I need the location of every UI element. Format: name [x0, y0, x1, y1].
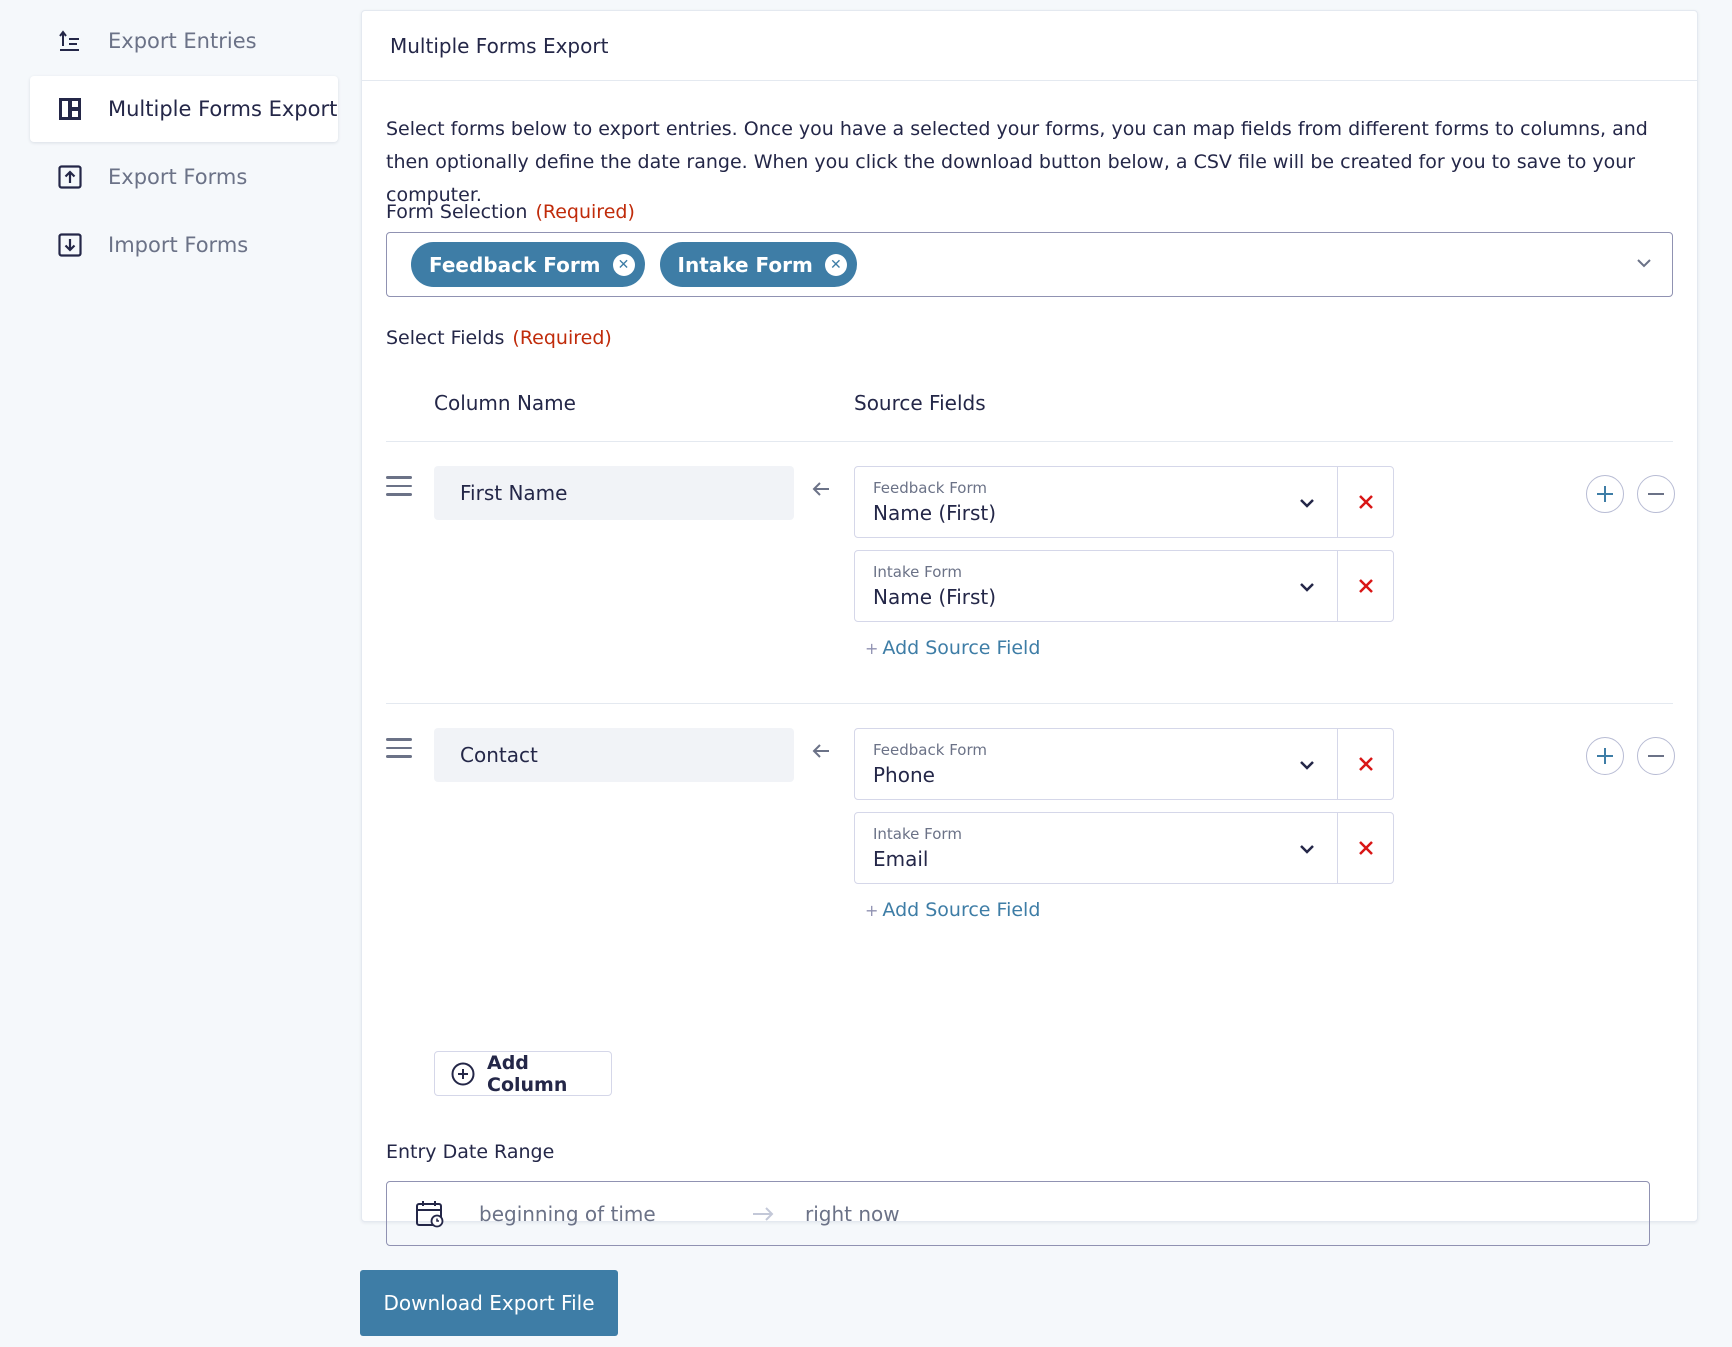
- add-column-button[interactable]: Add Column: [434, 1051, 612, 1096]
- close-icon: [1358, 495, 1373, 509]
- form-selection-label: Form Selection (Required): [386, 201, 635, 223]
- arrow-left-icon: [809, 739, 833, 767]
- source-form-name: Feedback Form: [873, 479, 987, 497]
- chevron-down-icon: [1297, 839, 1317, 863]
- close-icon: [1358, 841, 1373, 855]
- form-selection-field[interactable]: Feedback Form ✕ Intake Form ✕: [386, 232, 1673, 297]
- required-indicator: (Required): [512, 327, 612, 349]
- export-panel: Multiple Forms Export Select forms below…: [361, 10, 1698, 1246]
- arrow-left-icon: [809, 477, 833, 505]
- close-icon: [1358, 579, 1373, 593]
- plus-icon: +: [865, 901, 879, 920]
- remove-source-button[interactable]: [1337, 551, 1393, 621]
- add-source-field-link[interactable]: + Add Source Field: [865, 637, 1040, 659]
- add-source-field-link[interactable]: + Add Source Field: [865, 899, 1040, 921]
- add-source-label: Add Source Field: [882, 899, 1041, 921]
- chevron-down-icon: [1297, 577, 1317, 601]
- column-name-input[interactable]: Contact: [434, 728, 794, 782]
- sidebar-item-multiple-forms-export[interactable]: Multiple Forms Export: [30, 76, 338, 142]
- required-indicator: (Required): [535, 201, 635, 223]
- source-field-select[interactable]: Intake Form Name (First): [854, 550, 1394, 622]
- form-selection-label-text: Form Selection: [386, 201, 528, 223]
- drag-handle-icon[interactable]: [386, 738, 412, 764]
- minus-icon: [1648, 755, 1664, 757]
- form-chip-feedback[interactable]: Feedback Form ✕: [411, 242, 645, 287]
- plus-icon: +: [865, 639, 879, 658]
- add-column-label: Add Column: [487, 1051, 568, 1096]
- divider: [386, 441, 1673, 442]
- source-field-dropdown[interactable]: Feedback Form Phone: [855, 729, 1337, 799]
- plus-circle-icon: [450, 1061, 476, 1087]
- plus-icon: [1597, 748, 1613, 764]
- column-name-header: Column Name: [434, 391, 576, 415]
- source-form-name: Intake Form: [873, 563, 962, 581]
- source-field-select[interactable]: Feedback Form Name (First): [854, 466, 1394, 538]
- sidebar-item-label: Export Entries: [108, 29, 257, 53]
- plus-icon: [1597, 486, 1613, 502]
- download-export-button[interactable]: Download Export File: [360, 1270, 618, 1336]
- start-date-input[interactable]: beginning of time: [479, 1202, 751, 1226]
- close-icon: [1358, 757, 1373, 771]
- source-field-select[interactable]: Feedback Form Phone: [854, 728, 1394, 800]
- remove-chip-icon[interactable]: ✕: [612, 253, 635, 276]
- source-field-dropdown[interactable]: Intake Form Name (First): [855, 551, 1337, 621]
- source-field-value: Email: [873, 847, 929, 871]
- source-field-value: Phone: [873, 763, 935, 787]
- remove-source-button[interactable]: [1337, 813, 1393, 883]
- add-row-button[interactable]: [1586, 737, 1624, 775]
- panel-title: Multiple Forms Export: [362, 11, 1697, 81]
- select-fields-label-text: Select Fields: [386, 327, 505, 349]
- minus-icon: [1648, 493, 1664, 495]
- source-fields-header: Source Fields: [854, 391, 986, 415]
- export-entries-icon: [56, 27, 84, 55]
- sidebar-item-export-forms[interactable]: Export Forms: [30, 144, 338, 210]
- chip-label: Feedback Form: [429, 252, 601, 277]
- chevron-down-icon: [1297, 755, 1317, 779]
- arrow-right-icon: [751, 1204, 775, 1224]
- select-fields-label: Select Fields (Required): [386, 327, 612, 349]
- calendar-icon: [415, 1200, 445, 1228]
- drag-handle-icon[interactable]: [386, 476, 412, 502]
- divider: [386, 703, 1673, 704]
- source-field-value: Name (First): [873, 501, 997, 525]
- chevron-down-icon: [1297, 493, 1317, 517]
- add-source-label: Add Source Field: [882, 637, 1041, 659]
- export-forms-icon: [56, 163, 84, 191]
- sidebar: Export Entries Multiple Forms Export Exp…: [30, 8, 338, 280]
- sidebar-item-label: Import Forms: [108, 233, 249, 257]
- sidebar-item-export-entries[interactable]: Export Entries: [30, 8, 338, 74]
- date-range-picker[interactable]: beginning of time right now: [386, 1181, 1650, 1246]
- source-field-dropdown[interactable]: Intake Form Email: [855, 813, 1337, 883]
- chevron-down-icon[interactable]: [1634, 253, 1654, 277]
- chip-label: Intake Form: [677, 252, 813, 277]
- import-forms-icon: [56, 231, 84, 259]
- source-form-name: Intake Form: [873, 825, 962, 843]
- column-name-input[interactable]: First Name: [434, 466, 794, 520]
- source-form-name: Feedback Form: [873, 741, 987, 759]
- end-date-input[interactable]: right now: [805, 1202, 900, 1226]
- source-field-dropdown[interactable]: Feedback Form Name (First): [855, 467, 1337, 537]
- entry-date-range-label: Entry Date Range: [386, 1141, 555, 1163]
- remove-source-button[interactable]: [1337, 729, 1393, 799]
- sidebar-item-import-forms[interactable]: Import Forms: [30, 212, 338, 278]
- form-chip-intake[interactable]: Intake Form ✕: [659, 242, 857, 287]
- panel-description: Select forms below to export entries. On…: [386, 118, 1648, 206]
- remove-row-button[interactable]: [1637, 475, 1675, 513]
- add-row-button[interactable]: [1586, 475, 1624, 513]
- remove-source-button[interactable]: [1337, 467, 1393, 537]
- source-field-select[interactable]: Intake Form Email: [854, 812, 1394, 884]
- multiple-forms-icon: [56, 95, 84, 123]
- remove-row-button[interactable]: [1637, 737, 1675, 775]
- sidebar-item-label: Multiple Forms Export: [108, 97, 338, 121]
- source-field-value: Name (First): [873, 585, 997, 609]
- sidebar-item-label: Export Forms: [108, 165, 248, 189]
- remove-chip-icon[interactable]: ✕: [824, 253, 847, 276]
